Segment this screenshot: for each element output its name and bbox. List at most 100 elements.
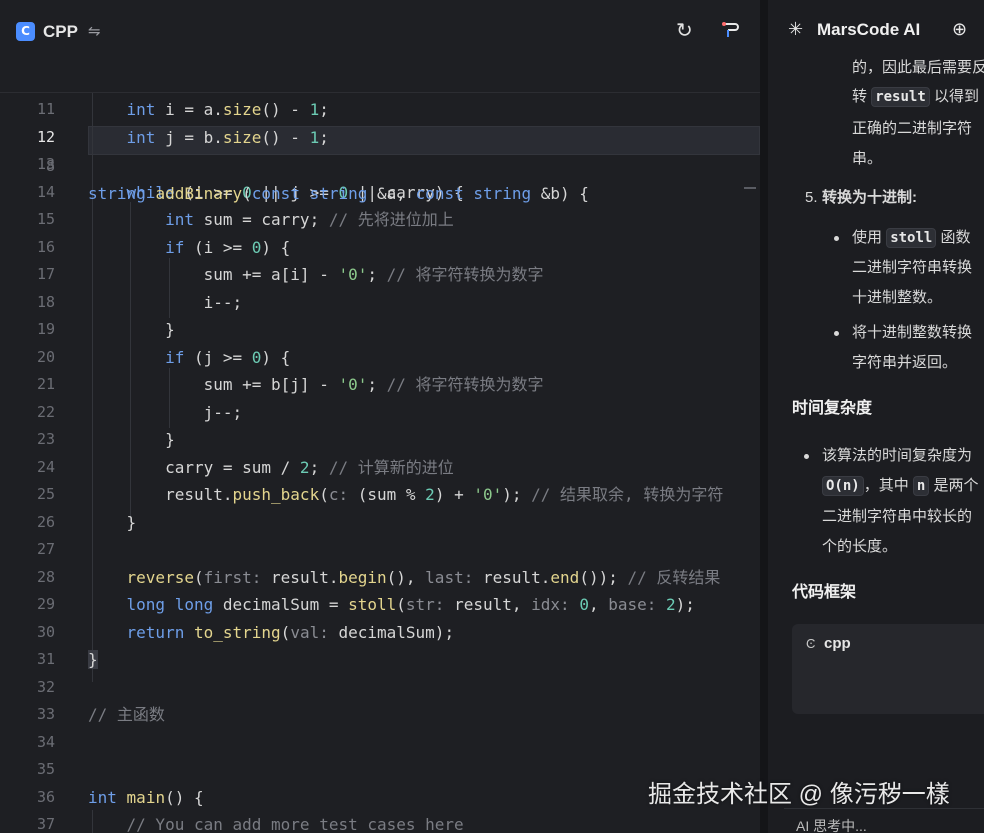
code-token: reverse [126,567,194,587]
code-token: // You can add more test cases here [126,815,464,833]
code-token: ; [367,265,387,284]
list-number: 5. [805,189,818,206]
code-line-text: return to_string(val: decimalSum); [88,619,455,646]
code-line[interactable]: 34 [0,729,760,756]
line-number: 25 [36,485,55,503]
line-number: 17 [36,265,55,283]
code-token: const string [251,184,368,203]
code-token: base: [608,595,657,614]
code-token: size [222,100,262,119]
code-token: main [126,787,166,807]
code-line[interactable]: 26 } [0,509,760,536]
code-editor[interactable]: C CPP ⇋ ↻ 8 string addBinary(const strin… [0,0,760,833]
code-token: // 将字符转换为数字 [386,265,544,284]
refresh-icon[interactable]: ↻ [676,20,693,42]
code-token: decimalSum); [328,622,455,642]
cpp-logo-icon: C [16,22,35,41]
code-line[interactable]: 31} [0,646,760,673]
code-block-language: cpp [824,635,851,652]
code-line[interactable]: 35 [0,756,760,783]
code-line[interactable]: 37 // You can add more test cases here [0,811,760,833]
line-number: 31 [36,650,55,668]
code-line[interactable]: 21 sum += b[j] - '0'; // 将字符转换为数字 [0,371,760,398]
bullet [834,331,839,336]
code-line-text: // You can add more test cases here [88,811,464,833]
code-line[interactable]: 18 i--; [0,289,760,316]
line-number: 37 [36,815,55,833]
code-line-text: i--; [88,289,243,316]
code-token: stoll [348,595,397,614]
code-line[interactable]: 11 int i = a.size() - 1; [0,96,760,123]
code-token: () - [261,100,310,119]
code-token: ) + [434,485,474,504]
panel-title: MarsCode AI [817,20,921,39]
code-token: sum += a[i] - [88,265,339,284]
code-line-text: int sum = carry; // 先将进位加上 [88,206,454,233]
code-line[interactable]: 30 return to_string(val: decimalSum); [0,619,760,646]
code-line[interactable]: 13 [0,151,760,178]
code-token: push_back [232,485,320,504]
code-line[interactable]: 17 sum += a[i] - '0'; // 将字符转换为数字 [0,261,760,288]
code-line-text: } [88,426,175,453]
code-line[interactable]: 15 int sum = carry; // 先将进位加上 [0,206,760,233]
cpp-logo-icon: Ͼ [806,636,816,651]
answer-text: 使用 stoll 函数 [852,228,971,248]
line-number: 33 [36,705,55,723]
code-line[interactable]: 24 carry = sum / 2; // 计算新的进位 [0,454,760,481]
answer-text: 个的长度。 [822,538,898,555]
answer-text: 正确的二进制字符 [852,120,973,137]
swap-icon[interactable]: ⇋ [88,22,101,42]
code-line[interactable]: 36 int main() { [0,784,760,811]
code-line[interactable]: 25 result.push_back(c: (sum % 2) + '0');… [0,481,760,508]
code-token: '0' [338,375,368,394]
code-token: ()); [579,567,628,587]
code-line-text: carry = sum / 2; // 计算新的进位 [88,454,454,481]
bullet [834,236,839,241]
code-line[interactable]: 33 // 主函数 [0,701,760,728]
ai-assistant-panel: ✳ MarsCode AI ⊕ 的，因此最后需要反 转 result 以得到 正… [768,0,984,833]
code-token: sum = carry; [193,210,329,229]
code-line-text: int i = a.size() - 1; [88,96,329,123]
line-number: 27 [36,540,55,558]
panel-splitter[interactable] [760,0,768,833]
code-line[interactable]: 28 reverse(first: result.begin(), last: … [0,564,760,591]
code-token: ( [396,595,406,614]
code-token: (i >= [184,237,252,257]
language-selector[interactable]: CPP [43,22,78,42]
code-token: 0 [251,237,262,257]
code-line[interactable]: 32 [0,674,760,701]
line-number: 22 [36,402,55,421]
editor-header: C CPP ⇋ ↻ [0,0,760,63]
code-token: const string [415,184,532,203]
code-token: val: [290,622,329,642]
line-number: 8 [45,157,55,175]
code-block-card[interactable]: Ͼ cpp [792,624,984,714]
sticky-scroll-header[interactable]: 8 string addBinary(const string &a, cons… [0,62,760,203]
line-number: 28 [36,567,55,586]
code-line[interactable]: 23 } [0,426,760,453]
code-line-text: j--; [88,399,243,426]
code-line[interactable]: 22 j--; [0,399,760,426]
code-line[interactable]: 27 [0,536,760,563]
code-token: result. [261,567,339,587]
line-number: 21 [36,375,55,393]
line-number: 34 [36,732,55,751]
code-line[interactable]: 16 if (i >= 0) { [0,234,760,261]
answer-text: 转 result 以得到 [852,87,979,107]
code-line[interactable]: 29 long long decimalSum = stoll(str: res… [0,591,760,618]
code-token: ; [309,457,329,477]
new-chat-icon[interactable]: ⊕ [952,18,967,40]
code-line[interactable]: 20 if (j >= 0) { [0,344,760,371]
code-line[interactable]: 19 } [0,316,760,343]
code-token: ( [280,622,291,642]
code-token: '0' [338,265,368,284]
inline-code: O(n) [822,476,864,496]
ai-fix-icon[interactable] [720,20,740,42]
